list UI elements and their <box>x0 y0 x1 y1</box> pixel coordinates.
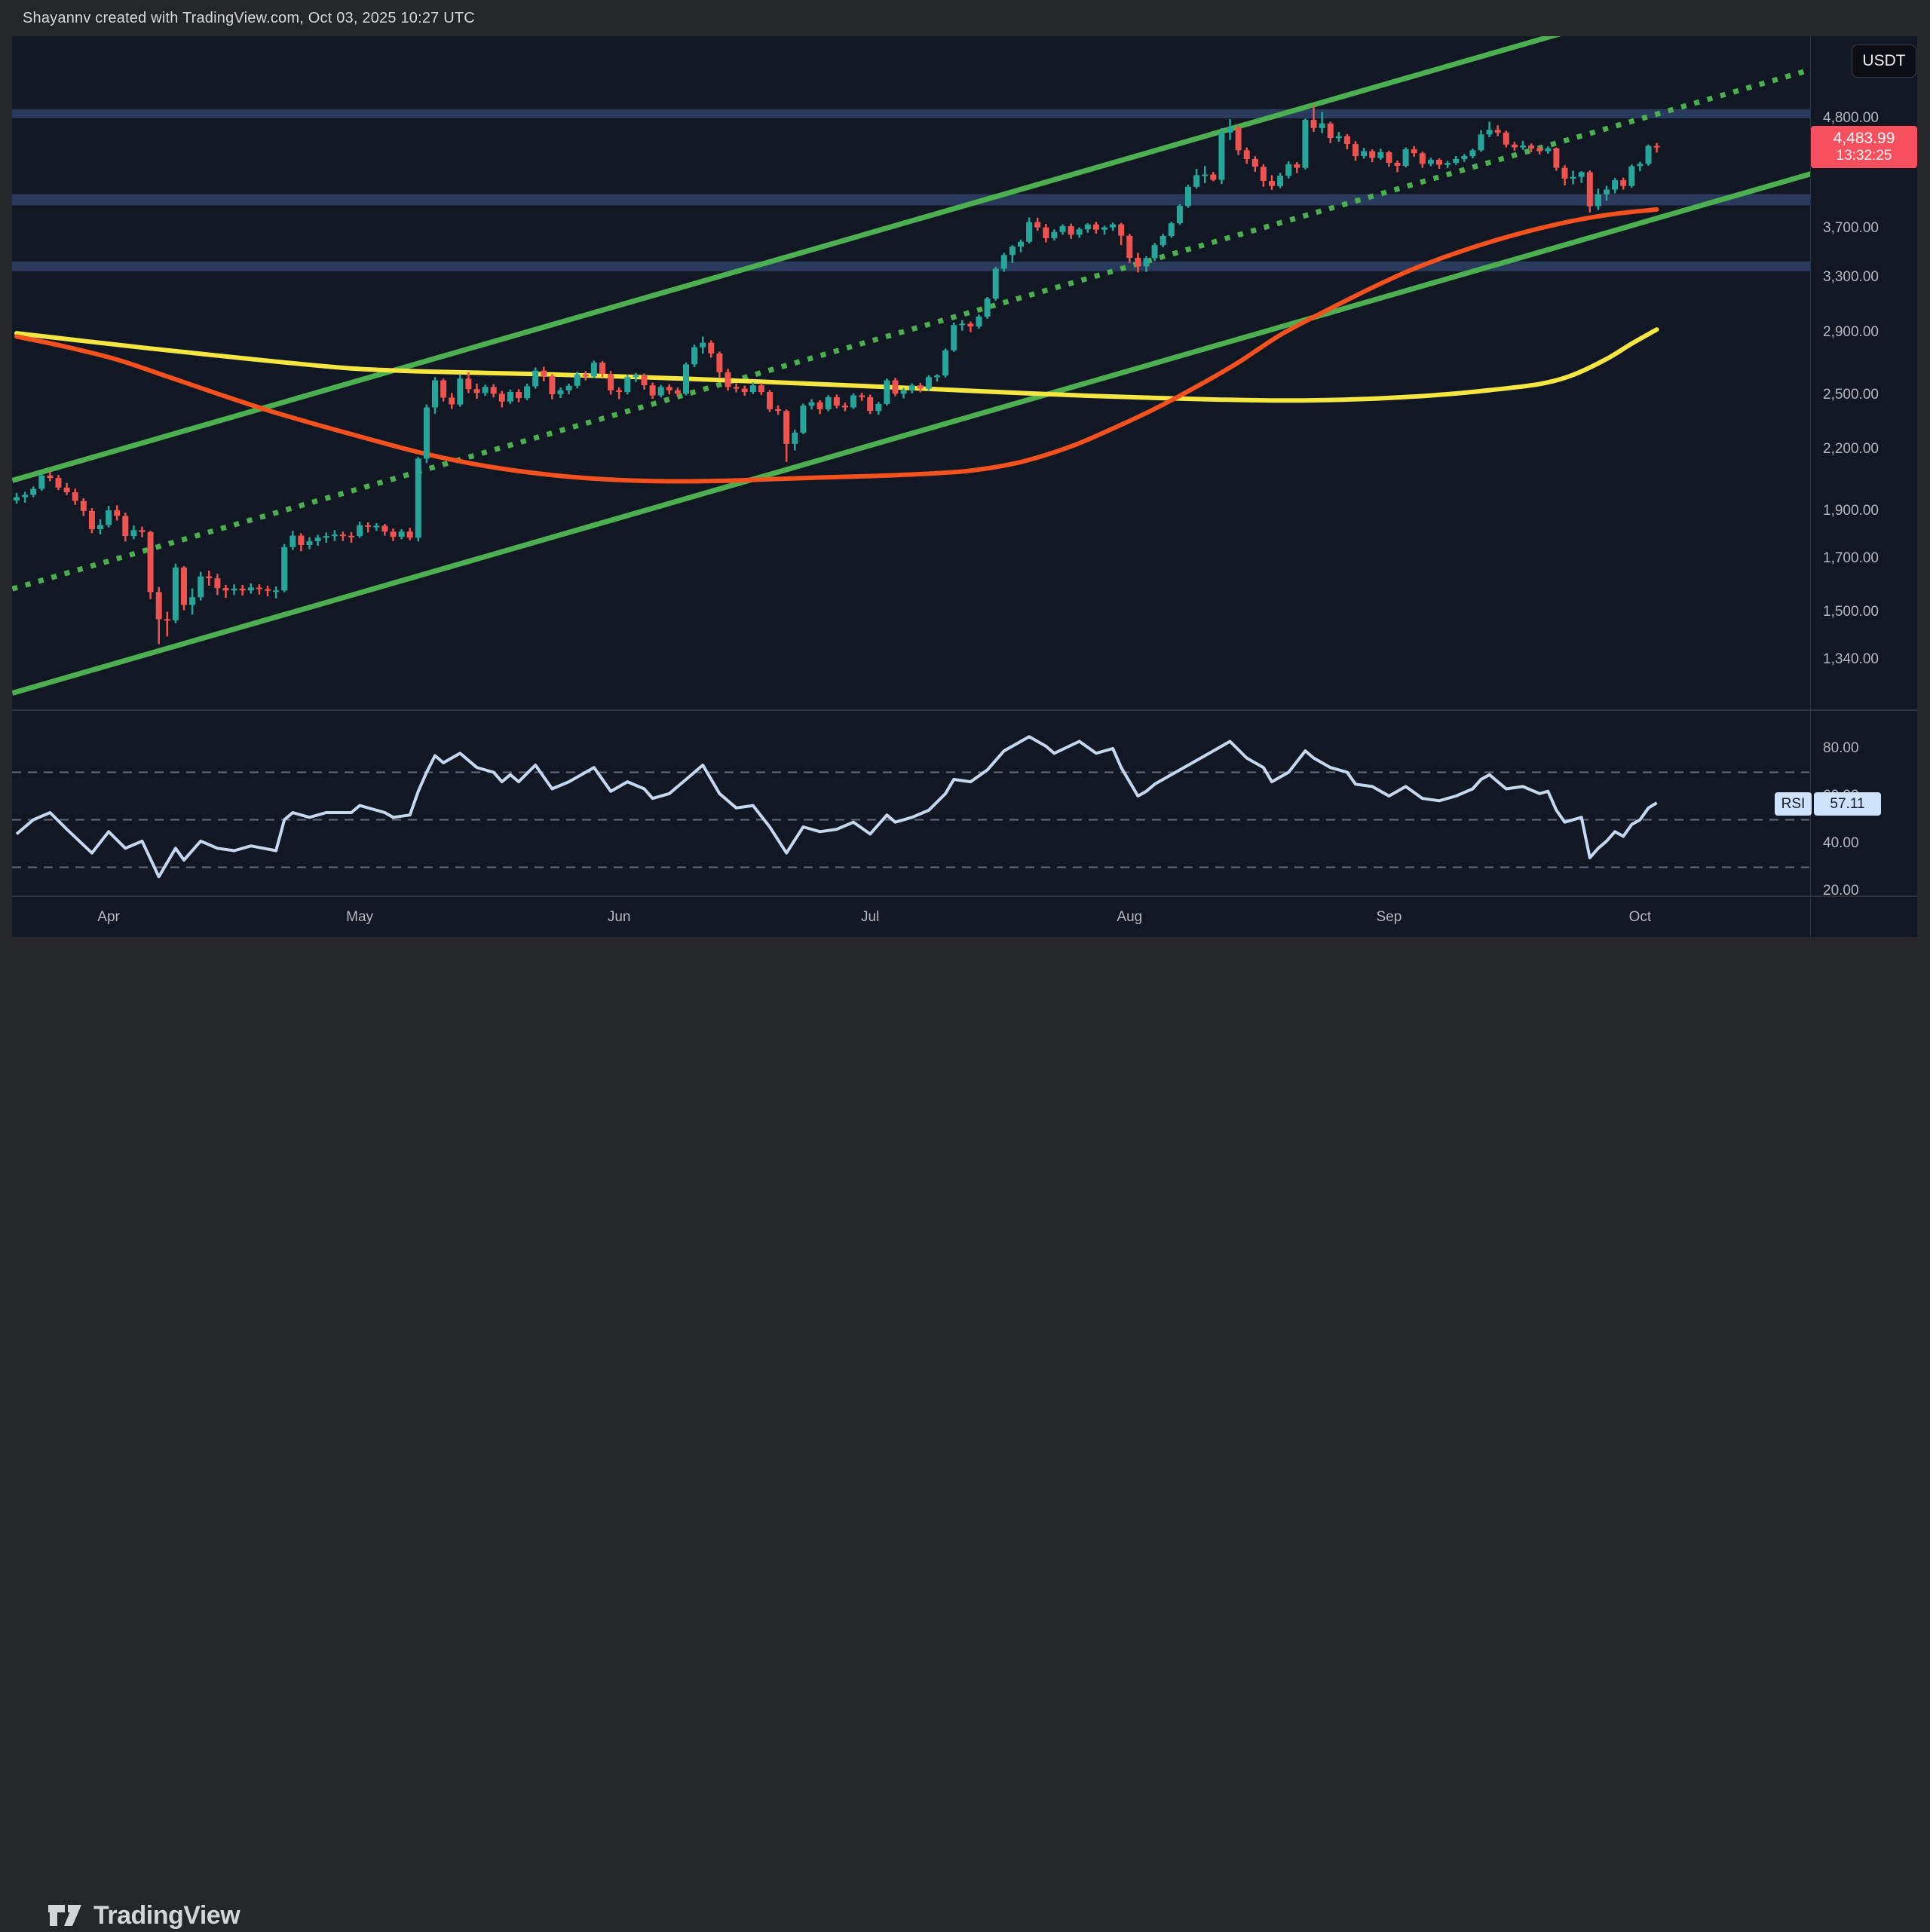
time-axis-label-aug: Aug <box>1117 908 1142 927</box>
rsi-axis-label: 80.00 <box>1823 740 1913 757</box>
price-axis-label: 1,700.00 <box>1823 550 1913 567</box>
price-axis-label: 4,800.00 <box>1823 110 1913 127</box>
time-axis-label-oct: Oct <box>1629 908 1652 927</box>
candlesticks <box>14 106 1660 645</box>
last-price-label: 4,483.99 13:32:25 <box>1811 126 1917 168</box>
price-axis-label: 1,900.00 <box>1823 503 1913 519</box>
rsi-pane <box>12 736 1809 877</box>
time-axis-label-apr: Apr <box>97 908 120 927</box>
bar-countdown: 13:32:25 <box>1811 148 1917 164</box>
time-axis-label-sep: Sep <box>1376 908 1402 927</box>
moving-averages <box>17 210 1657 482</box>
rsi-line <box>17 736 1657 877</box>
time-axis-label-jun: Jun <box>608 908 631 927</box>
price-axis-label: 2,900.00 <box>1823 324 1913 341</box>
time-axis-label-jul: Jul <box>861 908 879 927</box>
quote-currency-badge: USDT <box>1852 44 1916 78</box>
channel-lower <box>12 170 1824 693</box>
last-price-value: 4,483.99 <box>1811 129 1917 148</box>
tradingview-logo-text: TradingView <box>93 1899 240 1932</box>
ma-yellow <box>17 329 1657 400</box>
price-axis-label: 1,500.00 <box>1823 604 1913 620</box>
rsi-value-badge: 57.11 <box>1814 792 1881 816</box>
channel-upper <box>12 0 1824 480</box>
price-axis-label: 2,500.00 <box>1823 387 1913 403</box>
rsi-axis-label: 40.00 <box>1823 835 1913 852</box>
price-axis-label: 1,340.00 <box>1823 651 1913 668</box>
price-axis-label: 3,700.00 <box>1823 220 1913 237</box>
horizontal-zones <box>12 109 1811 271</box>
time-axis-label-may: May <box>346 908 373 927</box>
rsi-indicator-badge: RSI <box>1775 792 1812 816</box>
ma-orange <box>17 210 1657 482</box>
rsi-axis-label: 20.00 <box>1823 883 1913 899</box>
tradingview-logo: TradingView <box>47 1899 240 1932</box>
tradingview-logo-icon <box>47 1900 83 1930</box>
price-axis-label: 3,300.00 <box>1823 269 1913 286</box>
channel-mid <box>12 66 1824 589</box>
price-axis-label: 2,200.00 <box>1823 441 1913 458</box>
tradingview-snapshot: Shayannv created with TradingView.com, O… <box>0 0 1930 1023</box>
footer-bar: TradingView <box>0 937 1930 1023</box>
